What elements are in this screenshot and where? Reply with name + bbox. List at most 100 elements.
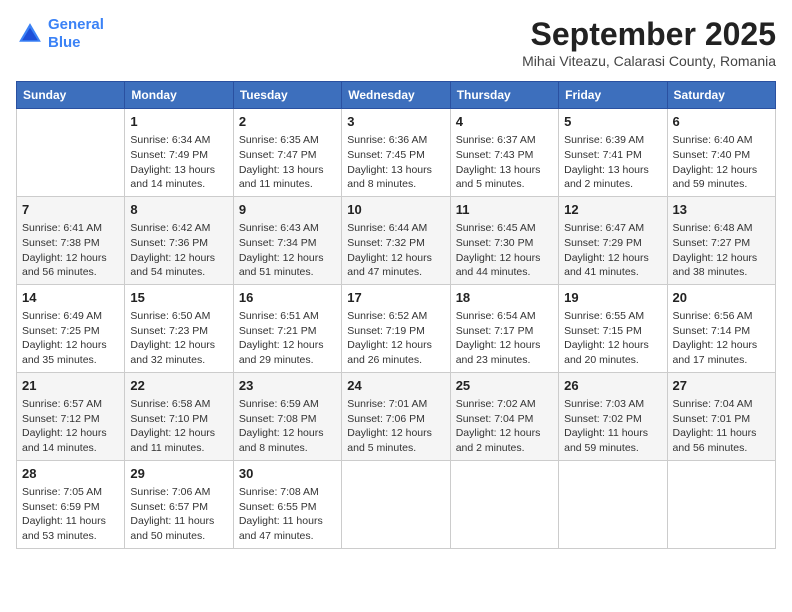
day-info: Sunrise: 7:04 AM Sunset: 7:01 PM Dayligh… <box>673 397 770 456</box>
calendar-cell: 2 Sunrise: 6:35 AM Sunset: 7:47 PM Daylig… <box>233 109 341 197</box>
day-number: 18 <box>456 289 553 307</box>
day-info: Sunrise: 7:01 AM Sunset: 7:06 PM Dayligh… <box>347 397 444 456</box>
calendar-cell: 6Sunrise: 6:40 AM Sunset: 7:40 PM Daylig… <box>667 109 775 197</box>
calendar-cell: 27 Sunrise: 7:04 AM Sunset: 7:01 PM Dayli… <box>667 372 775 460</box>
logo-text: General Blue <box>48 16 104 52</box>
weekday-header-tuesday: Tuesday <box>233 82 341 109</box>
day-info: Sunrise: 6:51 AM Sunset: 7:21 PM Dayligh… <box>239 309 336 368</box>
day-number: 6 <box>673 113 770 131</box>
day-number: 3 <box>347 113 444 131</box>
calendar-cell: 28 Sunrise: 7:05 AM Sunset: 6:59 PM Dayli… <box>17 460 125 548</box>
day-number: 1 <box>130 113 227 131</box>
day-info: Sunrise: 7:05 AM Sunset: 6:59 PM Dayligh… <box>22 485 119 544</box>
day-number: 4 <box>456 113 553 131</box>
page-header: General Blue September 2025 Mihai Viteaz… <box>16 16 776 69</box>
calendar-cell: 7 Sunrise: 6:41 AM Sunset: 7:38 PM Daylig… <box>17 196 125 284</box>
calendar-cell: 10Sunrise: 6:44 AM Sunset: 7:32 PM Dayli… <box>342 196 450 284</box>
calendar-cell: 16 Sunrise: 6:51 AM Sunset: 7:21 PM Dayli… <box>233 284 341 372</box>
day-number: 29 <box>130 465 227 483</box>
weekday-header-friday: Friday <box>559 82 667 109</box>
day-info: Sunrise: 6:52 AM Sunset: 7:19 PM Dayligh… <box>347 309 444 368</box>
day-number: 27 <box>673 377 770 395</box>
logo-icon <box>16 20 44 48</box>
day-info: Sunrise: 6:43 AM Sunset: 7:34 PM Dayligh… <box>239 221 336 280</box>
day-info: Sunrise: 7:06 AM Sunset: 6:57 PM Dayligh… <box>130 485 227 544</box>
title-block: September 2025 Mihai Viteazu, Calarasi C… <box>522 16 776 69</box>
calendar-cell: 4 Sunrise: 6:37 AM Sunset: 7:43 PM Daylig… <box>450 109 558 197</box>
calendar-cell: 14 Sunrise: 6:49 AM Sunset: 7:25 PM Dayli… <box>17 284 125 372</box>
day-number: 20 <box>673 289 770 307</box>
calendar-cell: 21 Sunrise: 6:57 AM Sunset: 7:12 PM Dayli… <box>17 372 125 460</box>
location-subtitle: Mihai Viteazu, Calarasi County, Romania <box>522 53 776 69</box>
calendar-cell: 11Sunrise: 6:45 AM Sunset: 7:30 PM Dayli… <box>450 196 558 284</box>
calendar-cell: 9 Sunrise: 6:43 AM Sunset: 7:34 PM Daylig… <box>233 196 341 284</box>
weekday-header-monday: Monday <box>125 82 233 109</box>
day-number: 14 <box>22 289 119 307</box>
day-number: 2 <box>239 113 336 131</box>
day-info: Sunrise: 6:47 AM Sunset: 7:29 PM Dayligh… <box>564 221 661 280</box>
logo: General Blue <box>16 16 104 52</box>
day-info: Sunrise: 6:54 AM Sunset: 7:17 PM Dayligh… <box>456 309 553 368</box>
day-number: 13 <box>673 201 770 219</box>
day-number: 5 <box>564 113 661 131</box>
calendar-cell: 8 Sunrise: 6:42 AM Sunset: 7:36 PM Daylig… <box>125 196 233 284</box>
day-info: Sunrise: 6:35 AM Sunset: 7:47 PM Dayligh… <box>239 133 336 192</box>
calendar-cell: 19 Sunrise: 6:55 AM Sunset: 7:15 PM Dayli… <box>559 284 667 372</box>
calendar-cell: 24 Sunrise: 7:01 AM Sunset: 7:06 PM Dayli… <box>342 372 450 460</box>
calendar-cell: 15 Sunrise: 6:50 AM Sunset: 7:23 PM Dayli… <box>125 284 233 372</box>
calendar-cell: 22Sunrise: 6:58 AM Sunset: 7:10 PM Dayli… <box>125 372 233 460</box>
calendar-cell <box>342 460 450 548</box>
calendar-cell: 26 Sunrise: 7:03 AM Sunset: 7:02 PM Dayli… <box>559 372 667 460</box>
day-number: 21 <box>22 377 119 395</box>
day-number: 12 <box>564 201 661 219</box>
day-number: 26 <box>564 377 661 395</box>
day-info: Sunrise: 7:08 AM Sunset: 6:55 PM Dayligh… <box>239 485 336 544</box>
calendar-cell: 18 Sunrise: 6:54 AM Sunset: 7:17 PM Dayli… <box>450 284 558 372</box>
calendar-cell: 1 Sunrise: 6:34 AM Sunset: 7:49 PM Daylig… <box>125 109 233 197</box>
day-number: 22 <box>130 377 227 395</box>
calendar-cell: 17 Sunrise: 6:52 AM Sunset: 7:19 PM Dayli… <box>342 284 450 372</box>
day-info: Sunrise: 6:36 AM Sunset: 7:45 PM Dayligh… <box>347 133 444 192</box>
calendar-cell: 13 Sunrise: 6:48 AM Sunset: 7:27 PM Dayli… <box>667 196 775 284</box>
day-number: 7 <box>22 201 119 219</box>
day-number: 17 <box>347 289 444 307</box>
calendar-cell <box>667 460 775 548</box>
day-number: 30 <box>239 465 336 483</box>
day-number: 23 <box>239 377 336 395</box>
day-info: Sunrise: 6:55 AM Sunset: 7:15 PM Dayligh… <box>564 309 661 368</box>
weekday-header-saturday: Saturday <box>667 82 775 109</box>
logo-line2: Blue <box>48 34 104 52</box>
day-number: 10 <box>347 201 444 219</box>
day-info: Sunrise: 6:48 AM Sunset: 7:27 PM Dayligh… <box>673 221 770 280</box>
day-info: Sunrise: 6:50 AM Sunset: 7:23 PM Dayligh… <box>130 309 227 368</box>
day-info: Sunrise: 7:02 AM Sunset: 7:04 PM Dayligh… <box>456 397 553 456</box>
day-info: Sunrise: 6:49 AM Sunset: 7:25 PM Dayligh… <box>22 309 119 368</box>
day-number: 8 <box>130 201 227 219</box>
day-info: Sunrise: 6:56 AM Sunset: 7:14 PM Dayligh… <box>673 309 770 368</box>
day-number: 28 <box>22 465 119 483</box>
day-info: Sunrise: 6:37 AM Sunset: 7:43 PM Dayligh… <box>456 133 553 192</box>
day-info: Sunrise: 7:03 AM Sunset: 7:02 PM Dayligh… <box>564 397 661 456</box>
day-info: Sunrise: 6:34 AM Sunset: 7:49 PM Dayligh… <box>130 133 227 192</box>
day-info: Sunrise: 6:41 AM Sunset: 7:38 PM Dayligh… <box>22 221 119 280</box>
day-number: 9 <box>239 201 336 219</box>
calendar-cell: 3 Sunrise: 6:36 AM Sunset: 7:45 PM Daylig… <box>342 109 450 197</box>
day-number: 15 <box>130 289 227 307</box>
day-number: 24 <box>347 377 444 395</box>
weekday-header-sunday: Sunday <box>17 82 125 109</box>
weekday-header-wednesday: Wednesday <box>342 82 450 109</box>
day-info: Sunrise: 6:57 AM Sunset: 7:12 PM Dayligh… <box>22 397 119 456</box>
day-info: Sunrise: 6:42 AM Sunset: 7:36 PM Dayligh… <box>130 221 227 280</box>
day-number: 16 <box>239 289 336 307</box>
calendar-table: SundayMondayTuesdayWednesdayThursdayFrid… <box>16 81 776 549</box>
day-info: Sunrise: 6:59 AM Sunset: 7:08 PM Dayligh… <box>239 397 336 456</box>
day-number: 19 <box>564 289 661 307</box>
calendar-cell: 20 Sunrise: 6:56 AM Sunset: 7:14 PM Dayli… <box>667 284 775 372</box>
day-info: Sunrise: 6:39 AM Sunset: 7:41 PM Dayligh… <box>564 133 661 192</box>
calendar-cell: 30 Sunrise: 7:08 AM Sunset: 6:55 PM Dayli… <box>233 460 341 548</box>
calendar-cell: 29 Sunrise: 7:06 AM Sunset: 6:57 PM Dayli… <box>125 460 233 548</box>
day-number: 25 <box>456 377 553 395</box>
calendar-cell: 5 Sunrise: 6:39 AM Sunset: 7:41 PM Daylig… <box>559 109 667 197</box>
calendar-cell: 12 Sunrise: 6:47 AM Sunset: 7:29 PM Dayli… <box>559 196 667 284</box>
logo-line1: General <box>48 16 104 33</box>
